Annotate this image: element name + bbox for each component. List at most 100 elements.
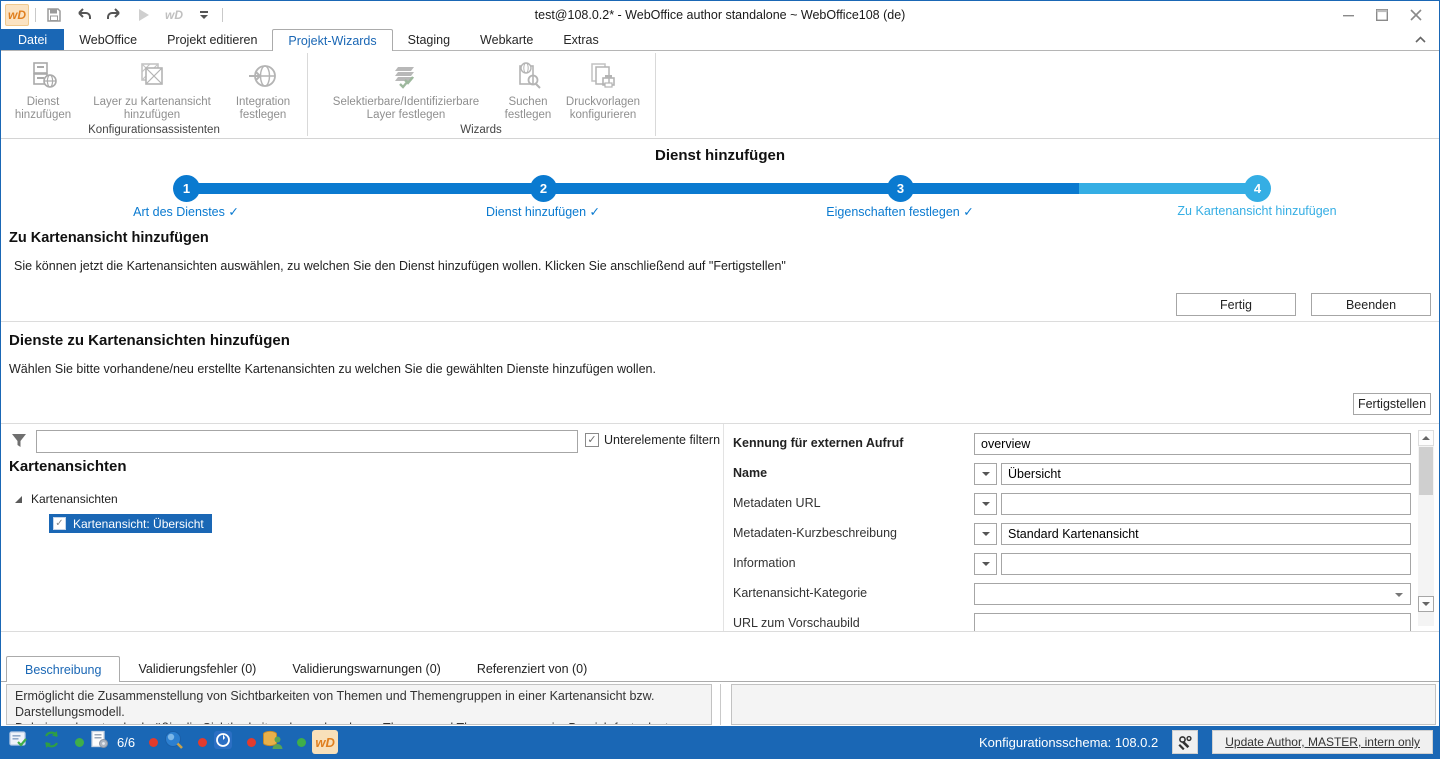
tree-root-label: Kartenansichten xyxy=(31,492,118,506)
tree-child-node-selected[interactable]: ✓ Kartenansicht: Übersicht xyxy=(49,514,212,533)
tools-button[interactable] xyxy=(1172,730,1198,754)
kategorie-combobox[interactable] xyxy=(974,583,1411,605)
vorschaubild-input[interactable] xyxy=(974,613,1411,631)
beenden-button[interactable]: Beenden xyxy=(1311,293,1431,316)
tree-expander-icon[interactable] xyxy=(15,496,22,503)
tree-heading: Kartenansichten xyxy=(9,458,127,475)
tab-validierungsfehler[interactable]: Validierungsfehler (0) xyxy=(120,656,274,681)
search-service-icon[interactable] xyxy=(164,730,184,755)
collapse-ribbon-icon[interactable] xyxy=(1411,32,1429,48)
name-input[interactable] xyxy=(1001,463,1411,485)
field-label: Metadaten-Kurzbeschreibung xyxy=(733,526,897,540)
scroll-down-icon[interactable] xyxy=(1418,596,1434,612)
tab-validierungswarnungen[interactable]: Validierungswarnungen (0) xyxy=(274,656,458,681)
ribbon-tab-bar: Datei WebOffice Projekt editieren Projek… xyxy=(1,29,1439,51)
druckvorlagen-button[interactable]: Druckvorlagen konfigurieren xyxy=(559,57,647,124)
maximize-button[interactable] xyxy=(1365,1,1399,29)
tab-webkarte[interactable]: Webkarte xyxy=(465,29,548,50)
wizard-step-1-circle[interactable]: 1 xyxy=(173,175,200,202)
database-user-icon[interactable] xyxy=(262,730,283,755)
form-row-kategorie: Kartenansicht-Kategorie xyxy=(731,583,1413,605)
print-templates-icon xyxy=(586,59,620,93)
main-area: ✓ Unterelemente filtern Kartenansichten … xyxy=(1,424,1439,631)
tab-weboffice[interactable]: WebOffice xyxy=(64,29,152,50)
fertig-button[interactable]: Fertig xyxy=(1176,293,1296,316)
tab-staging[interactable]: Staging xyxy=(393,29,465,50)
dienst-hinzufuegen-button[interactable]: Dienst hinzufügen xyxy=(7,57,79,124)
fertigstellen-button[interactable]: Fertigstellen xyxy=(1353,393,1431,415)
ribbon-separator xyxy=(655,53,656,136)
kurzbeschreibung-dropdown-button[interactable] xyxy=(974,523,997,545)
name-dropdown-button[interactable] xyxy=(974,463,997,485)
wizard-section-text: Sie können jetzt die Kartenansichten aus… xyxy=(14,259,786,273)
metadaten-url-dropdown-button[interactable] xyxy=(974,493,997,515)
status-dot-red xyxy=(247,738,256,747)
tab-projekt-editieren[interactable]: Projekt editieren xyxy=(152,29,272,50)
tab-projekt-wizards[interactable]: Projekt-Wizards xyxy=(272,29,392,51)
wizard-step-3-label: Eigenschaften festlegen ✓ xyxy=(740,204,1060,219)
ribbon-separator xyxy=(307,53,308,136)
close-button[interactable] xyxy=(1399,1,1433,29)
tab-extras[interactable]: Extras xyxy=(548,29,613,50)
sync-icon[interactable] xyxy=(42,730,61,754)
description-box: Ermöglicht die Zusammenstellung von Sich… xyxy=(6,684,712,725)
search-status xyxy=(149,730,184,755)
services-icon[interactable] xyxy=(90,730,109,754)
undo-icon[interactable] xyxy=(72,4,96,26)
add-layer-to-mapview-icon xyxy=(135,59,169,93)
app-logo-icon[interactable]: wD xyxy=(5,4,29,26)
form-row-metadaten-url: Metadaten URL xyxy=(731,493,1413,515)
status-dot-red xyxy=(149,738,158,747)
filter-input[interactable] xyxy=(36,430,578,453)
status-bar: 6/6 wD Konfigurationsschema: 108.0.2 xyxy=(1,726,1439,758)
wizard-step-1-label: Art des Dienstes ✓ xyxy=(26,204,346,219)
add-service-icon xyxy=(26,59,60,93)
section-title: Dienste zu Kartenansichten hinzufügen xyxy=(9,332,290,349)
tab-datei[interactable]: Datei xyxy=(1,29,64,50)
panel-splitter[interactable] xyxy=(720,684,721,725)
services-status: 6/6 xyxy=(75,730,135,754)
metadaten-url-input[interactable] xyxy=(1001,493,1411,515)
suchen-festlegen-button[interactable]: Suchen festlegen xyxy=(497,57,559,124)
checkbox-checked-icon[interactable]: ✓ xyxy=(585,433,599,447)
selektierbare-layer-button[interactable]: Selektierbare/Identifizierbare Layer fes… xyxy=(315,57,497,124)
update-author-button[interactable]: Update Author, MASTER, intern only xyxy=(1212,730,1433,754)
divider xyxy=(1,631,1439,632)
status-dot-green xyxy=(297,738,306,747)
integration-festlegen-button[interactable]: Integration festlegen xyxy=(225,57,301,124)
checkbox-checked-icon[interactable]: ✓ xyxy=(53,517,66,530)
tab-beschreibung[interactable]: Beschreibung xyxy=(6,656,120,682)
weboffice-status: wD xyxy=(297,730,338,754)
form-row-information: Information xyxy=(731,553,1413,575)
tab-referenziert-von[interactable]: Referenziert von (0) xyxy=(459,656,605,681)
run-icon[interactable] xyxy=(132,4,156,26)
wizard-step-2-circle[interactable]: 2 xyxy=(530,175,557,202)
bottom-tab-bar: Beschreibung Validierungsfehler (0) Vali… xyxy=(1,656,1439,682)
ribbon-group-konfigurationsassistenten: Dienst hinzufügen Layer zu Kartenansicht… xyxy=(5,51,303,138)
project-saved-icon[interactable] xyxy=(9,730,28,754)
wizard-title: Dienst hinzufügen xyxy=(1,147,1439,164)
customize-toolbar-icon[interactable] xyxy=(192,4,216,26)
kennung-input[interactable] xyxy=(974,433,1411,455)
scroll-up-icon[interactable] xyxy=(1418,430,1434,446)
minimize-button[interactable] xyxy=(1331,1,1365,29)
description-clipped-line: Dabei werden standardmäßig die Sichtbark… xyxy=(15,720,703,725)
save-icon[interactable] xyxy=(42,4,66,26)
wizard-step-4-circle[interactable]: 4 xyxy=(1244,175,1271,202)
layer-zu-kartenansicht-button[interactable]: Layer zu Kartenansicht hinzufügen xyxy=(79,57,225,124)
form-row-kennung: Kennung für externen Aufruf xyxy=(731,433,1413,455)
redo-icon[interactable] xyxy=(102,4,126,26)
scrollbar-thumb[interactable] xyxy=(1419,447,1433,495)
form-scrollbar[interactable] xyxy=(1418,430,1434,626)
weboffice-icon[interactable]: wD xyxy=(312,730,338,754)
quick-access-toolbar: wD wD xyxy=(5,3,223,27)
wizard-step-3-circle[interactable]: 3 xyxy=(887,175,914,202)
information-input[interactable] xyxy=(1001,553,1411,575)
tree-root-node[interactable]: Kartenansichten xyxy=(15,492,118,506)
information-dropdown-button[interactable] xyxy=(974,553,997,575)
detail-box-empty xyxy=(731,684,1436,725)
filter-subelements-checkbox[interactable]: ✓ Unterelemente filtern xyxy=(585,433,720,447)
filter-icon xyxy=(10,432,28,455)
compass-service-icon[interactable] xyxy=(213,730,233,755)
kurzbeschreibung-input[interactable] xyxy=(1001,523,1411,545)
